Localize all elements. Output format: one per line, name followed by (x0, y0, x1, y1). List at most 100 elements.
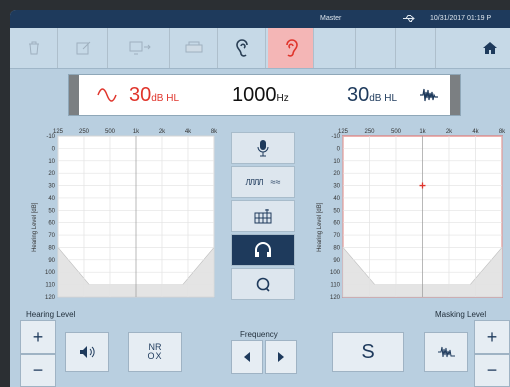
datetime: 10/31/2017 01:19 P (430, 15, 492, 22)
user-label: Master (320, 15, 342, 22)
x-tick-label: 2k (446, 129, 453, 135)
toolbar-slot (316, 28, 356, 68)
y-tick-label: 40 (333, 196, 340, 202)
y-axis-title: Hearing Level [dB] (317, 202, 323, 252)
right-level-readout: 30dB HL (347, 84, 397, 107)
y-tick-label: 60 (48, 221, 55, 227)
x-tick-label: 1k (419, 129, 426, 135)
frequency-readout: 1000Hz (232, 84, 289, 107)
readout-cap-left (69, 75, 79, 115)
narrowband-noise-icon (438, 346, 455, 358)
masking-tone-button[interactable] (424, 332, 468, 372)
ear-right-icon (285, 39, 298, 57)
frequency-label: Frequency (240, 330, 278, 339)
monitor-arrow-icon (129, 41, 151, 55)
y-axis-title: Hearing Level [dB] (32, 202, 38, 252)
export-button[interactable] (110, 28, 170, 68)
x-tick-label: 2k (159, 129, 166, 135)
y-tick-label: 70 (333, 233, 340, 239)
warble-icon: ≈≈ (270, 177, 281, 187)
frequency-up-button[interactable] (265, 340, 297, 374)
y-tick-label: 20 (48, 171, 55, 177)
edit-button[interactable] (60, 28, 108, 68)
x-tick-label: 500 (391, 129, 402, 135)
y-tick-label: 110 (45, 283, 55, 289)
x-tick-label: 500 (105, 129, 116, 135)
arrow-left-icon (244, 352, 250, 362)
y-tick-label: 20 (333, 171, 340, 177)
y-tick-label: 90 (333, 258, 340, 264)
y-tick-label: 10 (48, 159, 55, 165)
x-tick-label: 250 (79, 129, 90, 135)
x-tick-label: 4k (185, 129, 192, 135)
left-audiogram[interactable]: -10 0 10 20 30 40 50 60 70 80 90 100 110 120 125 250 500… (20, 122, 246, 307)
audiogram-svg: -100102030405060708090100110120125 250 500… (317, 129, 506, 301)
y-tick-label: 0 (337, 146, 341, 152)
right-ear-button[interactable] (268, 28, 314, 68)
right-level-unit: dB HL (369, 93, 398, 104)
headphones-button[interactable] (231, 234, 295, 266)
y-tick-label: 40 (48, 196, 55, 202)
y-tick-label: 110 (330, 283, 340, 289)
y-tick-label: 70 (48, 233, 55, 239)
x-tick-label: 250 (364, 129, 375, 135)
right-audiogram[interactable]: -10 0 10 20 30 40 50 60 70 80 90 100 110 120 125 250 500… (305, 122, 510, 307)
no-response-button[interactable]: NR OX (128, 332, 182, 372)
frequency-unit: Hz (276, 93, 289, 104)
x-tick-label: 4k (472, 129, 479, 135)
keypad-button[interactable] (231, 200, 295, 232)
audiometer-screen: Master 10/31/2017 01:19 P 30dB HL 1000Hz… (10, 10, 510, 387)
x-tick-label: 1k (133, 129, 140, 135)
masking-level-minus-button[interactable]: − (474, 354, 510, 387)
y-tick-label: 10 (333, 159, 340, 165)
nr-symbols: OX (147, 351, 163, 361)
print-button[interactable] (170, 28, 218, 68)
toolbar-slot (396, 28, 436, 68)
audiogram-svg: -100102030405060708090100110120125 250 500… (32, 129, 246, 301)
pulse-warble-button[interactable]: ЛЛЛЛ ≈≈ (231, 166, 295, 198)
delete-button[interactable] (10, 28, 58, 68)
stimulus-button-column: ЛЛЛЛ ≈≈ (231, 132, 295, 302)
toolbar-slot (356, 28, 396, 68)
left-level-value: 30 (129, 84, 152, 106)
ear-left-icon (235, 39, 248, 57)
x-tick-label: 8k (499, 129, 506, 135)
x-tick-label: 8k (211, 129, 218, 135)
microphone-button[interactable] (231, 132, 295, 164)
microphone-icon (257, 140, 269, 157)
y-tick-label: 100 (45, 270, 56, 276)
y-tick-label: 100 (330, 270, 341, 276)
y-tick-label: 80 (48, 245, 55, 251)
y-tick-label: 30 (333, 184, 340, 190)
left-ear-button[interactable] (220, 28, 266, 68)
masking-level-plus-button[interactable]: + (474, 320, 510, 354)
hearing-level-plus-button[interactable]: + (20, 320, 56, 354)
present-tone-button[interactable] (65, 332, 109, 372)
hearing-level-minus-button[interactable]: − (20, 354, 56, 387)
arrow-right-icon (278, 352, 284, 362)
x-tick-label: 125 (53, 129, 64, 135)
y-tick-label: 60 (333, 221, 340, 227)
keypad-icon (254, 209, 272, 224)
loop-icon (256, 277, 270, 292)
y-tick-label: 0 (52, 146, 56, 152)
home-button[interactable] (470, 28, 510, 68)
headphones-icon (255, 242, 271, 257)
store-button[interactable]: S (332, 332, 404, 372)
y-tick-label: 30 (48, 184, 55, 190)
loop-button[interactable] (231, 268, 295, 300)
level-readout-bar: 30dB HL 1000Hz 30dB HL (68, 74, 461, 116)
y-tick-label: 90 (48, 258, 55, 264)
x-tick-label: 125 (338, 129, 349, 135)
right-level-value: 30 (347, 84, 370, 106)
frequency-down-button[interactable] (231, 340, 263, 374)
y-tick-label: 50 (48, 208, 55, 214)
hearing-level-label: Hearing Level (26, 310, 76, 319)
speaker-icon (80, 346, 95, 358)
readout-cap-right (450, 75, 460, 115)
left-level-unit: dB HL (151, 93, 180, 104)
trash-icon (28, 41, 39, 55)
toolbar (10, 28, 510, 69)
usb-icon (402, 14, 416, 25)
pulse-icon: ЛЛЛЛ (245, 177, 264, 187)
